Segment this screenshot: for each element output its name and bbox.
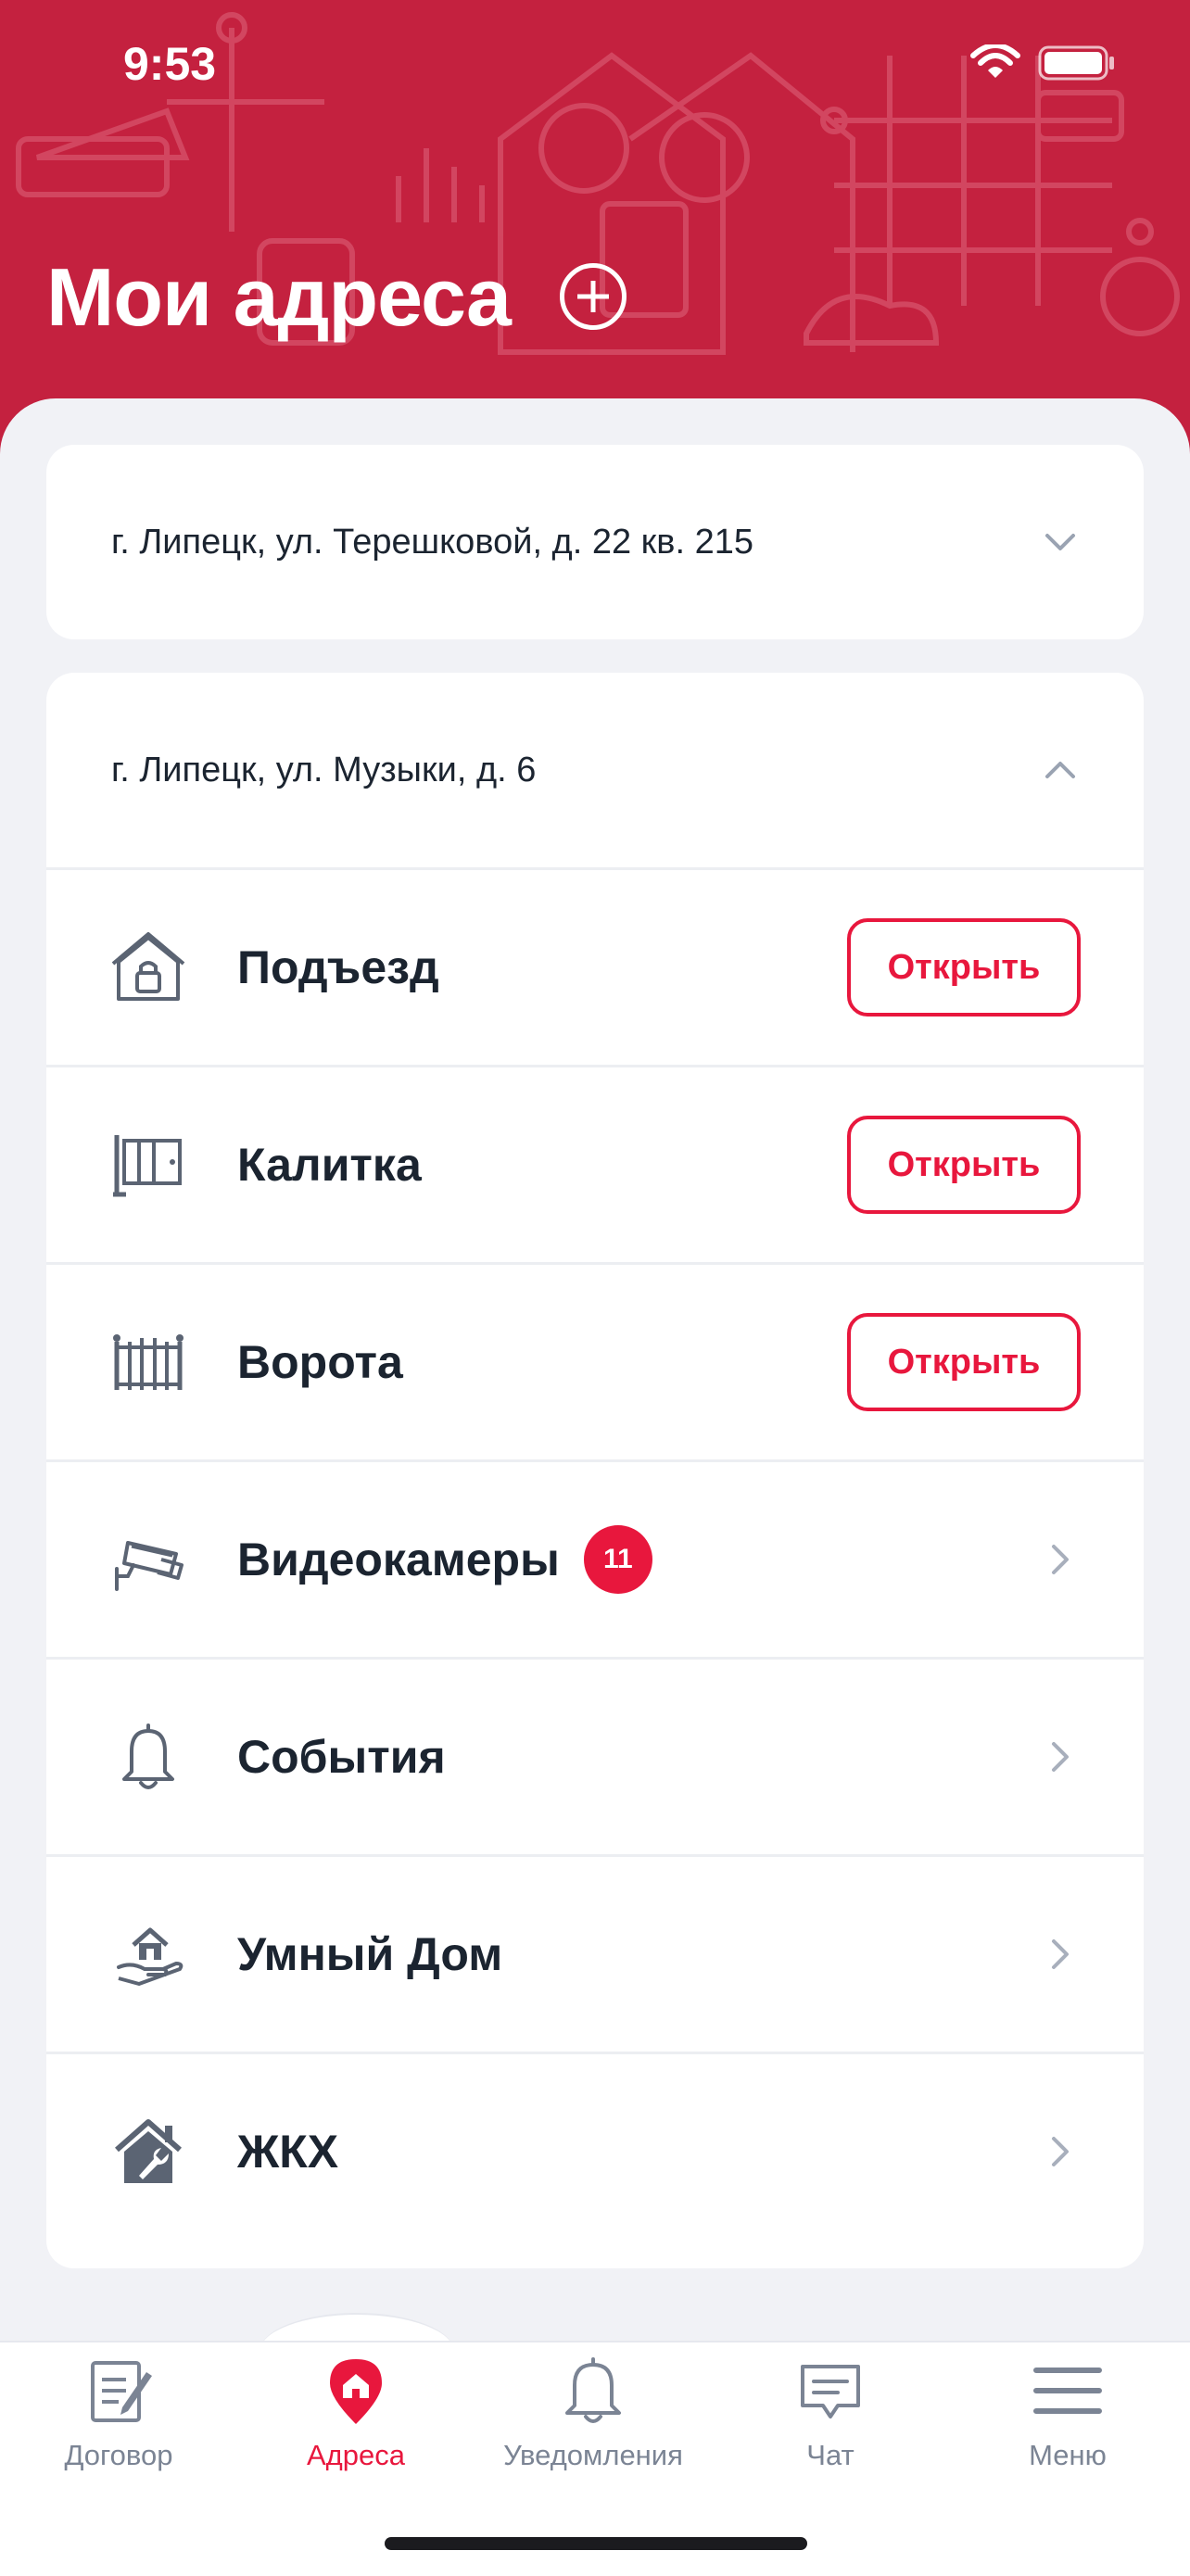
list-item-wicket: Калитка Открыть [46,1065,1144,1262]
address-text: г. Липецк, ул. Музыки, д. 6 [111,750,537,789]
list-item-utilities[interactable]: ЖКХ [46,2052,1144,2249]
item-label: События [237,1731,446,1783]
item-label: Калитка [237,1139,422,1191]
address-pin-icon [330,2359,382,2424]
wicket-gate-icon [113,1135,182,1197]
count-badge: 11 [583,1525,652,1594]
status-icons [969,44,1116,82]
tab-label: Чат [806,2439,855,2471]
list-item-smart-home[interactable]: Умный Дом [46,1854,1144,2052]
bell-icon [122,1724,174,1789]
address-card-collapsed: г. Липецк, ул. Терешковой, д. 22 кв. 215 [46,445,1144,639]
tab-menu[interactable]: Меню [949,2354,1186,2483]
item-label: ЖКХ [237,2126,339,2178]
tab-label: Уведомления [503,2439,683,2471]
tab-label: Адреса [307,2439,405,2471]
tab-label: Меню [1029,2439,1107,2471]
list-item-entrance: Подъезд Открыть [46,867,1144,1065]
address-row[interactable]: г. Липецк, ул. Терешковой, д. 22 кв. 215 [46,445,1144,639]
chevron-right-icon [1052,2137,1069,2166]
item-label: Умный Дом [237,1928,503,1980]
smart-home-icon [117,1927,184,1986]
item-label: Ворота [237,1336,403,1388]
list-item-gate: Ворота Открыть [46,1262,1144,1459]
open-gate-button[interactable]: Открыть [847,1313,1081,1411]
chevron-right-icon [1052,1545,1069,1574]
gate-icon [113,1334,184,1390]
status-time: 9:53 [123,38,217,90]
chevron-up-icon [1045,762,1075,778]
tab-contract[interactable]: Договор [0,2354,237,2483]
address-card-expanded: г. Липецк, ул. Музыки, д. 6 Подъезд Откр… [46,673,1144,2268]
bell-icon [565,2357,621,2423]
content-area: г. Липецк, ул. Терешковой, д. 22 кв. 215… [0,398,1190,2344]
entrance-lock-icon [111,932,185,1001]
tab-notifications[interactable]: Уведомления [475,2354,712,2483]
page-title: Мои адреса [46,251,512,343]
menu-icon [1033,2368,1102,2414]
chevron-right-icon [1052,1939,1069,1969]
list-item-cameras[interactable]: Видеокамеры 11 [46,1459,1144,1657]
home-indicator [385,2537,807,2550]
battery-icon [1038,45,1114,81]
contract-icon [91,2361,152,2422]
open-wicket-button[interactable]: Открыть [847,1116,1081,1214]
chevron-down-icon [1045,534,1075,550]
chat-icon [801,2365,860,2418]
item-label: Подъезд [237,941,439,993]
camera-icon [115,1541,184,1591]
tab-addresses[interactable]: Адреса [237,2354,475,2483]
list-item-events[interactable]: События [46,1657,1144,1854]
item-label: Видеокамеры [237,1534,560,1585]
open-entrance-button[interactable]: Открыть [847,918,1081,1017]
tab-chat[interactable]: Чат [712,2354,949,2483]
wifi-icon [970,44,1020,78]
utilities-icon [115,2119,182,2183]
address-row[interactable]: г. Липецк, ул. Музыки, д. 6 [46,673,1144,867]
address-text: г. Липецк, ул. Терешковой, д. 22 кв. 215 [111,522,753,562]
add-address-button[interactable] [560,263,627,330]
tab-label: Договор [64,2439,173,2471]
chevron-right-icon [1052,1742,1069,1772]
